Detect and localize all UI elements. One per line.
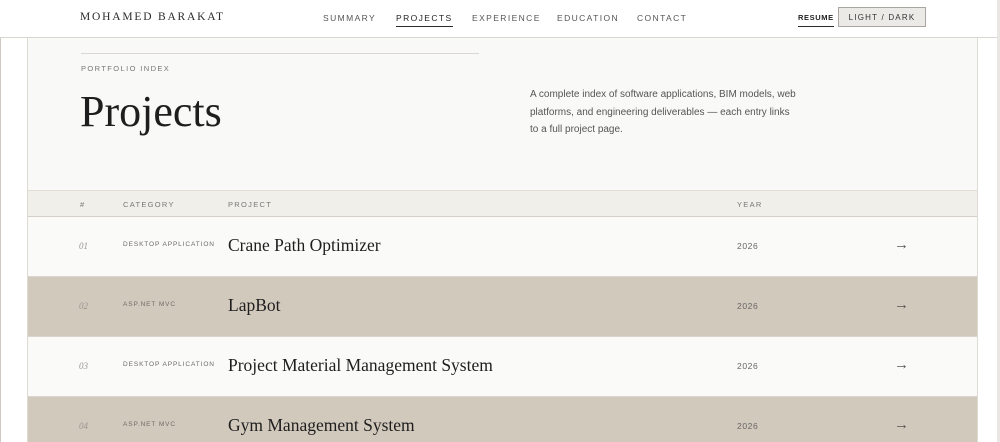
hero-divider bbox=[81, 53, 479, 54]
row-project-name[interactable]: Crane Path Optimizer bbox=[228, 235, 381, 256]
row-category: ASP.NET MVC bbox=[123, 421, 177, 428]
page-title: Projects bbox=[80, 87, 222, 136]
intro-paragraph: A complete index of software application… bbox=[530, 89, 796, 135]
row-category: DESKTOP APPLICATION bbox=[123, 361, 215, 368]
row-year: 2026 bbox=[737, 301, 759, 311]
row-project-name[interactable]: Project Material Management System bbox=[228, 355, 493, 376]
portfolio-page: MOHAMED BARAKAT SUMMARY PROJECTS EXPERIE… bbox=[0, 0, 1000, 442]
arrow-right-icon[interactable]: → bbox=[894, 236, 909, 253]
nav-link-experience[interactable]: EXPERIENCE bbox=[472, 13, 541, 23]
nav-link-summary[interactable]: SUMMARY bbox=[323, 13, 376, 23]
project-row-lapbot[interactable]: 02 ASP.NET MVC LapBot 2026 → bbox=[28, 277, 977, 337]
top-navigation-bar: MOHAMED BARAKAT SUMMARY PROJECTS EXPERIE… bbox=[0, 0, 1000, 38]
arrow-right-icon[interactable]: → bbox=[894, 356, 909, 373]
column-header-category: CATEGORY bbox=[123, 200, 175, 209]
nav-link-contact[interactable]: CONTACT bbox=[637, 13, 687, 23]
row-category: ASP.NET MVC bbox=[123, 301, 177, 308]
project-row-material-management[interactable]: 03 DESKTOP APPLICATION Project Material … bbox=[28, 337, 977, 397]
project-row-crane-path-optimizer[interactable]: 01 DESKTOP APPLICATION Crane Path Optimi… bbox=[28, 217, 977, 277]
resume-link[interactable]: RESUME bbox=[798, 13, 834, 27]
column-header-year: YEAR bbox=[737, 200, 763, 209]
arrow-right-icon[interactable]: → bbox=[894, 296, 909, 313]
projects-table-header: # CATEGORY PROJECT YEAR bbox=[28, 190, 977, 217]
row-project-name[interactable]: LapBot bbox=[228, 295, 281, 316]
row-number: 04 bbox=[79, 421, 88, 431]
row-number: 03 bbox=[79, 361, 88, 371]
theme-toggle-button[interactable]: LIGHT / DARK bbox=[838, 7, 926, 27]
row-number: 01 bbox=[79, 241, 88, 251]
nav-link-education[interactable]: EDUCATION bbox=[557, 13, 619, 23]
arrow-right-icon[interactable]: → bbox=[894, 416, 909, 433]
row-year: 2026 bbox=[737, 421, 759, 431]
section-eyebrow: PORTFOLIO INDEX bbox=[81, 64, 171, 73]
project-row-gym-management[interactable]: 04 ASP.NET MVC Gym Management System 202… bbox=[28, 397, 977, 442]
row-year: 2026 bbox=[737, 361, 759, 371]
row-category: DESKTOP APPLICATION bbox=[123, 241, 215, 248]
row-number: 02 bbox=[79, 301, 88, 311]
column-header-project: PROJECT bbox=[228, 200, 273, 209]
row-project-name[interactable]: Gym Management System bbox=[228, 415, 415, 436]
main-content: PORTFOLIO INDEX Projects A complete inde… bbox=[27, 38, 978, 442]
window-frame-left bbox=[0, 38, 1, 442]
row-year: 2026 bbox=[737, 241, 759, 251]
nav-link-projects[interactable]: PROJECTS bbox=[396, 13, 453, 27]
column-header-number: # bbox=[80, 200, 86, 209]
